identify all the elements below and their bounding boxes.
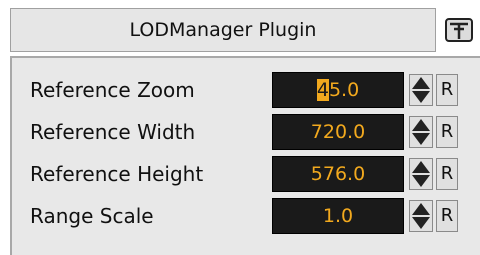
range-scale-input[interactable]: 1.0 [272, 198, 404, 234]
reference-width-label: Reference Width [30, 120, 196, 144]
reference-height-spinner[interactable] [409, 158, 433, 190]
reference-height-input[interactable]: 576.0 [272, 156, 404, 192]
plugin-settings-body: Reference Zoom 45.0 R Reference Width 72… [10, 56, 480, 255]
range-scale-reset-button[interactable]: R [436, 200, 458, 232]
range-scale-spinner[interactable] [409, 200, 433, 232]
reference-zoom-spinner[interactable] [409, 74, 433, 106]
plugin-title: LODManager Plugin [129, 19, 317, 41]
reference-zoom-label: Reference Zoom [30, 78, 195, 102]
reference-zoom-reset-button[interactable]: R [436, 74, 458, 106]
reference-zoom-selected-text: 4 [316, 79, 329, 101]
reference-width-row: Reference Width 720.0 R [12, 114, 480, 152]
spin-up-icon[interactable] [412, 161, 430, 173]
plugin-title-bar: LODManager Plugin [10, 8, 436, 52]
reference-height-reset-button[interactable]: R [436, 158, 458, 190]
spin-up-icon[interactable] [412, 77, 430, 89]
lodmanager-plugin-panel: LODManager Plugin Reference Zoom 45.0 R … [0, 0, 480, 255]
reference-width-reset-button[interactable]: R [436, 116, 458, 148]
spin-down-icon[interactable] [412, 217, 430, 229]
reference-height-label: Reference Height [30, 162, 204, 186]
spin-up-icon[interactable] [412, 119, 430, 131]
spin-up-icon[interactable] [412, 203, 430, 215]
reference-zoom-value-rest: 5.0 [328, 79, 360, 101]
reference-height-row: Reference Height 576.0 R [12, 156, 480, 194]
spin-down-icon[interactable] [412, 175, 430, 187]
spin-down-icon[interactable] [412, 133, 430, 145]
reference-width-spinner[interactable] [409, 116, 433, 148]
reference-zoom-row: Reference Zoom 45.0 R [12, 72, 480, 110]
range-scale-row: Range Scale 1.0 R [12, 198, 480, 236]
spin-down-icon[interactable] [412, 91, 430, 103]
plugin-logo-icon[interactable] [440, 8, 478, 52]
reference-zoom-input[interactable]: 45.0 [272, 72, 404, 108]
reference-width-input[interactable]: 720.0 [272, 114, 404, 150]
plugin-logo-icon-graphic [445, 18, 473, 42]
range-scale-label: Range Scale [30, 204, 154, 228]
